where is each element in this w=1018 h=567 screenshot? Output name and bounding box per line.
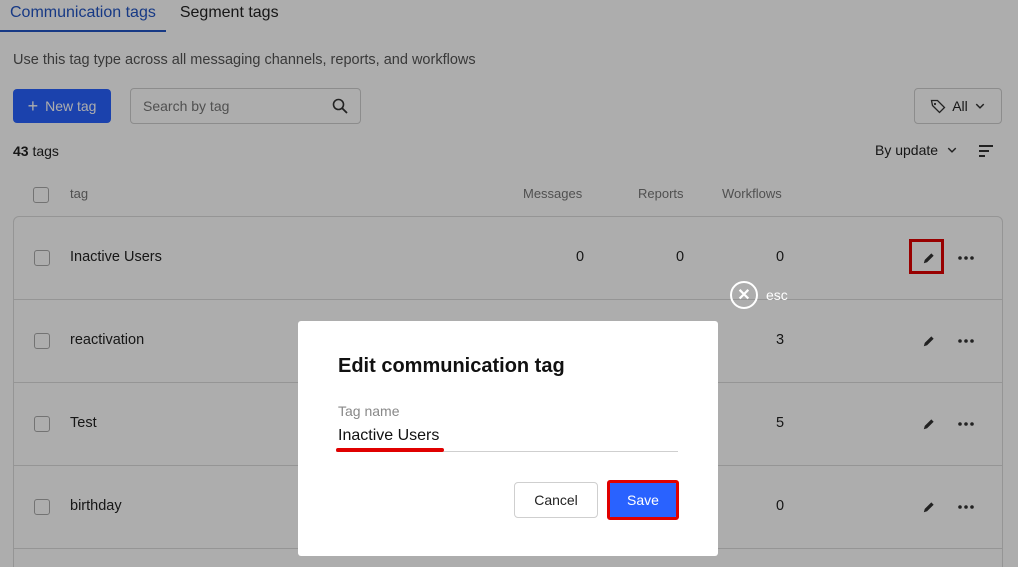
tag-name-label: Tag name xyxy=(338,403,400,419)
esc-close-button[interactable]: ✕ esc xyxy=(730,281,788,309)
save-highlight-frame xyxy=(607,480,679,520)
dialog-title: Edit communication tag xyxy=(338,355,565,377)
close-icon: ✕ xyxy=(730,281,758,309)
cancel-button[interactable]: Cancel xyxy=(514,482,598,518)
edit-tag-dialog: Edit communication tag Tag name Inactive… xyxy=(298,321,718,556)
tag-name-input[interactable]: Inactive Users xyxy=(338,427,439,445)
esc-label: esc xyxy=(766,287,788,303)
input-highlight-underline xyxy=(336,448,444,452)
